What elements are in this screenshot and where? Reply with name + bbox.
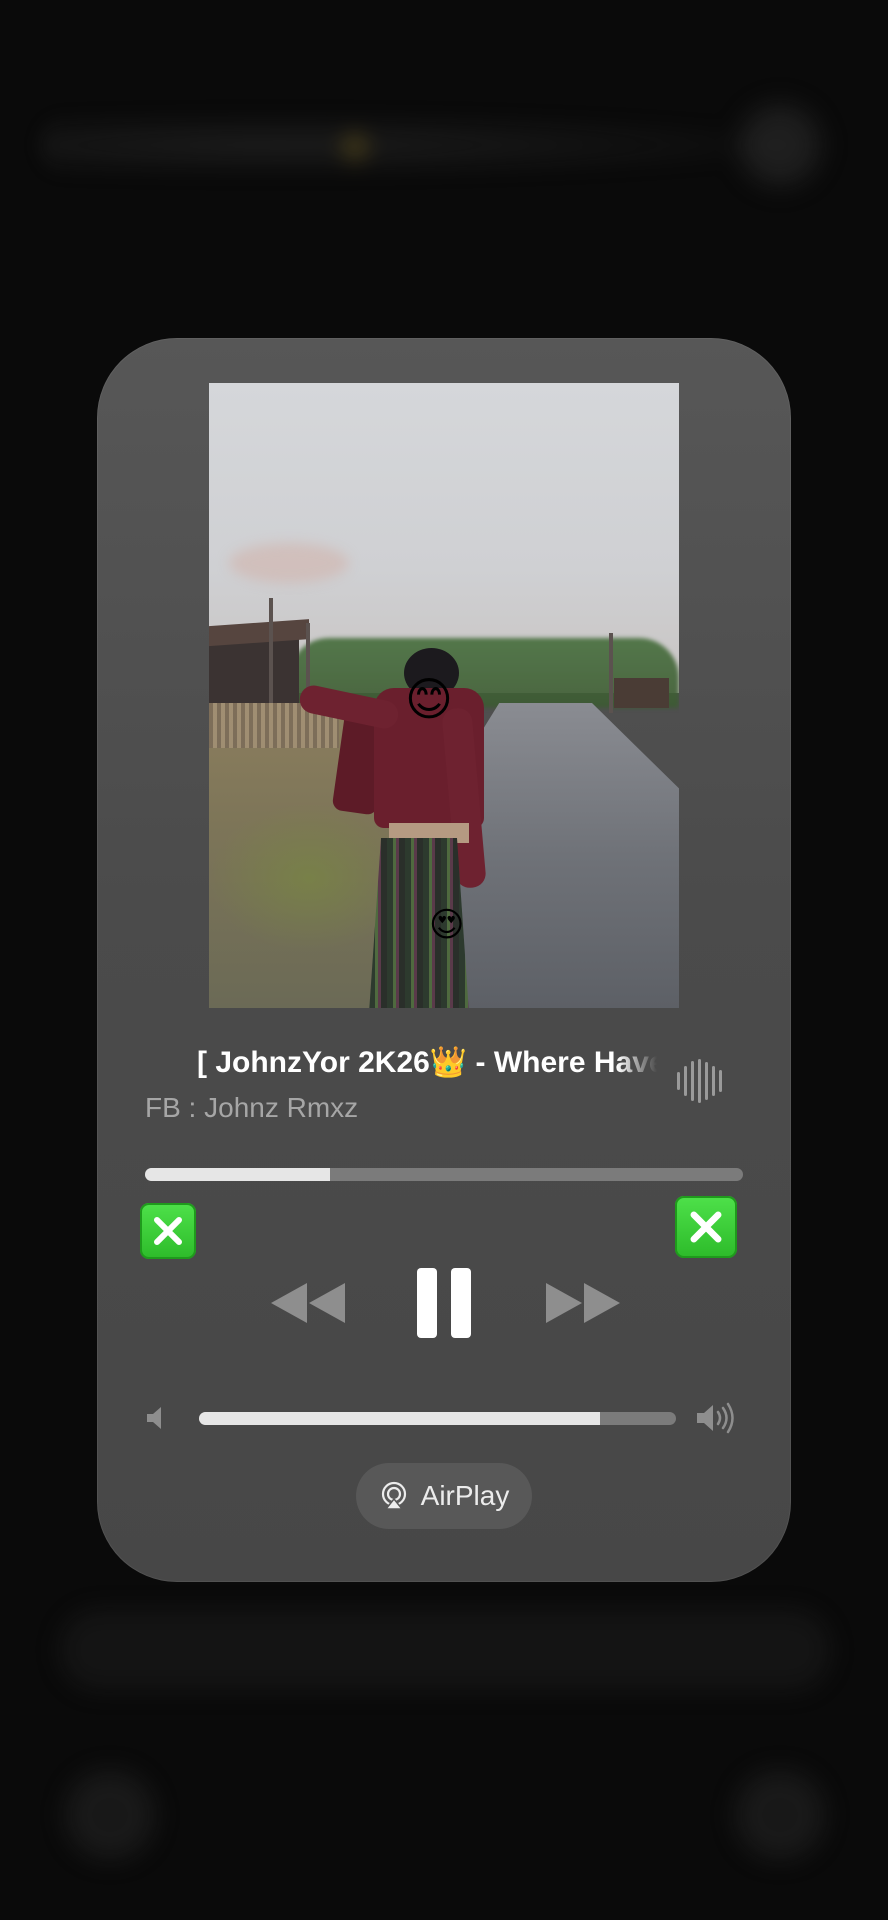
forward-button[interactable] xyxy=(534,1253,634,1353)
background-blur-circle-left xyxy=(65,1770,155,1860)
transport-controls xyxy=(97,1253,791,1353)
background-blur-top xyxy=(40,105,840,185)
album-artwork: 😊 😍 xyxy=(209,383,679,1008)
background-blur-bottom xyxy=(60,1610,830,1690)
blurred-circle xyxy=(740,105,820,185)
rewind-button[interactable] xyxy=(257,1253,357,1353)
emoji-sticker-hand: 😍 xyxy=(429,906,465,944)
forward-icon xyxy=(546,1283,620,1323)
emoji-sticker-face: 😊 xyxy=(405,673,453,725)
playback-progress-fill xyxy=(145,1168,331,1181)
volume-slider[interactable] xyxy=(199,1412,676,1425)
backward-icon xyxy=(271,1283,345,1323)
cross-mark-icon-left xyxy=(140,1203,196,1259)
track-artist[interactable]: FB : Johnz Rmxz xyxy=(145,1088,358,1128)
volume-control xyxy=(145,1398,743,1438)
blurred-dot xyxy=(340,132,370,162)
pause-icon xyxy=(417,1268,471,1338)
airplay-button[interactable]: AirPlay xyxy=(356,1463,532,1529)
cross-mark-icon-right xyxy=(675,1196,737,1258)
track-title: [ JohnzYor 2K26👑 - Where Have You Been ] xyxy=(197,1046,657,1079)
waveform-icon xyxy=(677,1058,727,1104)
playback-scrubber[interactable] xyxy=(145,1168,743,1181)
volume-slider-fill xyxy=(199,1412,600,1425)
now-playing-card: 😊 😍 [ JohnzYor 2K26👑 - Where Have You Be… xyxy=(97,338,791,1582)
airplay-icon xyxy=(381,1481,406,1510)
track-title-marquee: [ JohnzYor 2K26👑 - Where Have You Been ] xyxy=(177,1038,657,1088)
volume-min-icon xyxy=(147,1407,161,1429)
airplay-label: AirPlay xyxy=(420,1480,510,1511)
volume-max-icon xyxy=(697,1402,734,1434)
pause-button[interactable] xyxy=(394,1253,494,1353)
background-blur-circle-right xyxy=(735,1770,825,1860)
